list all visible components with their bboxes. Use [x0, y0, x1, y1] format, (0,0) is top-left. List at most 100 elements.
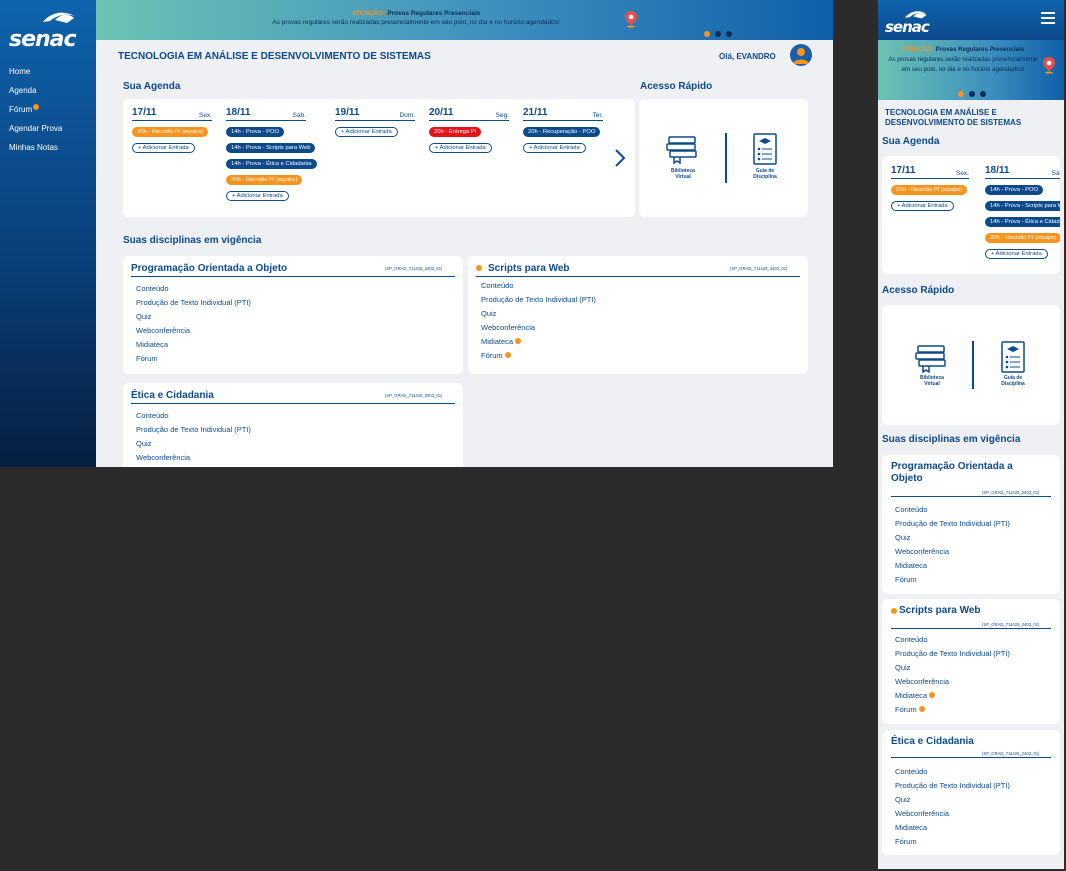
discipline-link[interactable]: Fórum [895, 705, 1010, 719]
hamburger-menu-icon[interactable] [1041, 12, 1055, 26]
discipline-links: Conteúdo Produção de Texto Individual (P… [895, 767, 1010, 851]
senac-logo[interactable]: senac [885, 8, 935, 36]
announcement-banner[interactable]: ATENÇÃO: Provas Regulares Presenciais As… [96, 0, 833, 40]
sidebar-item-forum[interactable]: Fórum [9, 104, 62, 123]
agenda-entry[interactable]: 14h - Prova - Scripts para Web [985, 201, 1060, 211]
discipline-link[interactable]: Quiz [895, 533, 1010, 547]
chevron-right-icon[interactable] [613, 147, 627, 169]
agenda-day: 18/11 Sáb. 14h - Prova - POO 14h - Prova … [985, 165, 1060, 259]
carousel-dot[interactable] [980, 91, 986, 97]
discipline-link[interactable]: Midiateca [481, 337, 596, 351]
discipline-link[interactable]: Midiateca [136, 340, 251, 354]
agenda-entry[interactable]: 20h - Entrega PI [429, 127, 482, 137]
discipline-title[interactable]: Scripts para Web [899, 605, 981, 616]
agenda-entry[interactable]: 14h - Prova - Ética e Cidadania [985, 217, 1060, 227]
divider [131, 403, 455, 404]
agenda-entry[interactable]: 20h - Recuperação - POO [523, 127, 601, 137]
carousel-dot[interactable] [969, 91, 975, 97]
discipline-link[interactable]: Fórum [136, 354, 251, 368]
discipline-code: (SP_GRAD_711429_2403_01) [730, 266, 788, 271]
discipline-link[interactable]: Produção de Texto Individual (PTI) [895, 519, 1010, 533]
carousel-dot[interactable] [726, 31, 732, 37]
discipline-link[interactable]: Produção de Texto Individual (PTI) [895, 649, 1010, 663]
agenda-weekday: Ter. [592, 112, 603, 119]
discipline-title[interactable]: Ética e Cidadania [131, 390, 214, 401]
add-entry-button[interactable]: + Adicionar Entrada [132, 143, 195, 153]
discipline-title[interactable]: Programação Orientada a Objeto [131, 263, 287, 274]
sidebar-item-agendar-prova[interactable]: Agendar Prova [9, 123, 62, 142]
quick-access-biblioteca[interactable]: Biblioteca Virtual [910, 343, 954, 393]
guide-document-icon [1001, 341, 1025, 373]
agenda-day-header: 18/11 Sáb. [985, 165, 1060, 179]
discipline-link[interactable]: Produção de Texto Individual (PTI) [136, 425, 251, 439]
add-entry-button[interactable]: + Adicionar Entrada [985, 249, 1048, 259]
agenda-date: 18/11 [226, 107, 251, 118]
senac-logo-mark-icon [43, 12, 75, 23]
discipline-link[interactable]: Conteúdo [481, 281, 596, 295]
discipline-link[interactable]: Fórum [481, 351, 596, 365]
divider [891, 628, 1051, 629]
add-entry-button[interactable]: + Adicionar Entrada [335, 127, 398, 137]
user-avatar[interactable] [790, 44, 812, 66]
discipline-link[interactable]: Midiateca [895, 561, 1010, 575]
discipline-link[interactable]: Conteúdo [895, 635, 1010, 649]
agenda-entry[interactable]: 20h - Reunião PI (equipe) [985, 233, 1060, 243]
divider [131, 276, 455, 277]
carousel-dot[interactable] [704, 31, 710, 37]
desktop-view: senac Home Agenda Fórum Agendar Prova Mi… [0, 0, 833, 467]
discipline-link[interactable]: Conteúdo [895, 505, 1010, 519]
agenda-entry[interactable]: 14h - Prova - Scripts para Web [226, 143, 316, 153]
agenda-entry[interactable]: 14h - Prova - POO [226, 127, 285, 137]
discipline-title[interactable]: Programação Orientada a Objeto [891, 461, 1013, 485]
sidebar-nav: Home Agenda Fórum Agendar Prova Minhas N… [9, 66, 62, 161]
discipline-link[interactable]: Produção de Texto Individual (PTI) [481, 295, 596, 309]
sidebar-item-agenda[interactable]: Agenda [9, 85, 62, 104]
discipline-link[interactable]: Webconferência [895, 547, 1010, 561]
agenda-weekday: Seg. [495, 112, 509, 119]
add-entry-button[interactable]: + Adicionar Entrada [429, 143, 492, 153]
discipline-link[interactable]: Produção de Texto Individual (PTI) [895, 781, 1010, 795]
agenda-entry[interactable]: 14h - Prova - POO [985, 185, 1044, 195]
discipline-link[interactable]: Webconferência [481, 323, 596, 337]
agenda-entry[interactable]: 14h - Prova - Ética e Cidadania [226, 159, 317, 169]
senac-logo[interactable]: senac [9, 8, 81, 52]
quick-access-guia[interactable]: Guia de Disciplina [991, 341, 1035, 393]
discipline-link[interactable]: Fórum [895, 575, 1010, 589]
books-icon [666, 136, 697, 164]
discipline-link[interactable]: Conteúdo [136, 411, 251, 425]
sidebar-item-minhas-notas[interactable]: Minhas Notas [9, 142, 62, 161]
discipline-link[interactable]: Conteúdo [136, 284, 251, 298]
discipline-link[interactable]: Quiz [136, 312, 251, 326]
carousel-dot[interactable] [715, 31, 721, 37]
add-entry-button[interactable]: + Adicionar Entrada [891, 201, 954, 211]
agenda-entry[interactable]: 20h - Reunião PI (equipe) [226, 175, 303, 185]
discipline-title[interactable]: Ética e Cidadania [891, 736, 974, 747]
quick-access-biblioteca[interactable]: Biblioteca Virtual [661, 134, 705, 184]
agenda-entry[interactable]: 20h - Reunião PI (equipe) [132, 127, 209, 137]
divider [891, 757, 1051, 758]
add-entry-button[interactable]: + Adicionar Entrada [523, 143, 586, 153]
sidebar-item-label: Minhas Notas [9, 143, 58, 152]
discipline-title[interactable]: Scripts para Web [488, 263, 570, 274]
discipline-link[interactable]: Webconferência [895, 809, 1010, 823]
discipline-link[interactable]: Webconferência [136, 326, 251, 340]
discipline-link[interactable]: Webconferência [136, 453, 251, 467]
quick-access-guia[interactable]: Guia de Disciplina [743, 133, 787, 184]
discipline-link[interactable]: Webconferência [895, 677, 1010, 691]
discipline-link[interactable]: Quiz [895, 795, 1010, 809]
carousel-dot[interactable] [958, 91, 964, 97]
discipline-link[interactable]: Fórum [895, 837, 1010, 851]
quick-access-label-line: Virtual [675, 174, 691, 180]
discipline-link[interactable]: Midiateca [895, 823, 1010, 837]
add-entry-button[interactable]: + Adicionar Entrada [226, 191, 289, 201]
discipline-link[interactable]: Quiz [481, 309, 596, 323]
discipline-link[interactable]: Conteúdo [895, 767, 1010, 781]
sidebar-item-home[interactable]: Home [9, 66, 62, 85]
discipline-link-label: Fórum [895, 705, 917, 714]
discipline-link[interactable]: Produção de Texto Individual (PTI) [136, 298, 251, 312]
discipline-link[interactable]: Quiz [136, 439, 251, 453]
discipline-link[interactable]: Midiateca [895, 691, 1010, 705]
agenda-entry[interactable]: 20h - Reunião PI (equipe) [891, 185, 968, 195]
quick-access-label: Guia de Disciplina [991, 375, 1035, 387]
discipline-link[interactable]: Quiz [895, 663, 1010, 677]
